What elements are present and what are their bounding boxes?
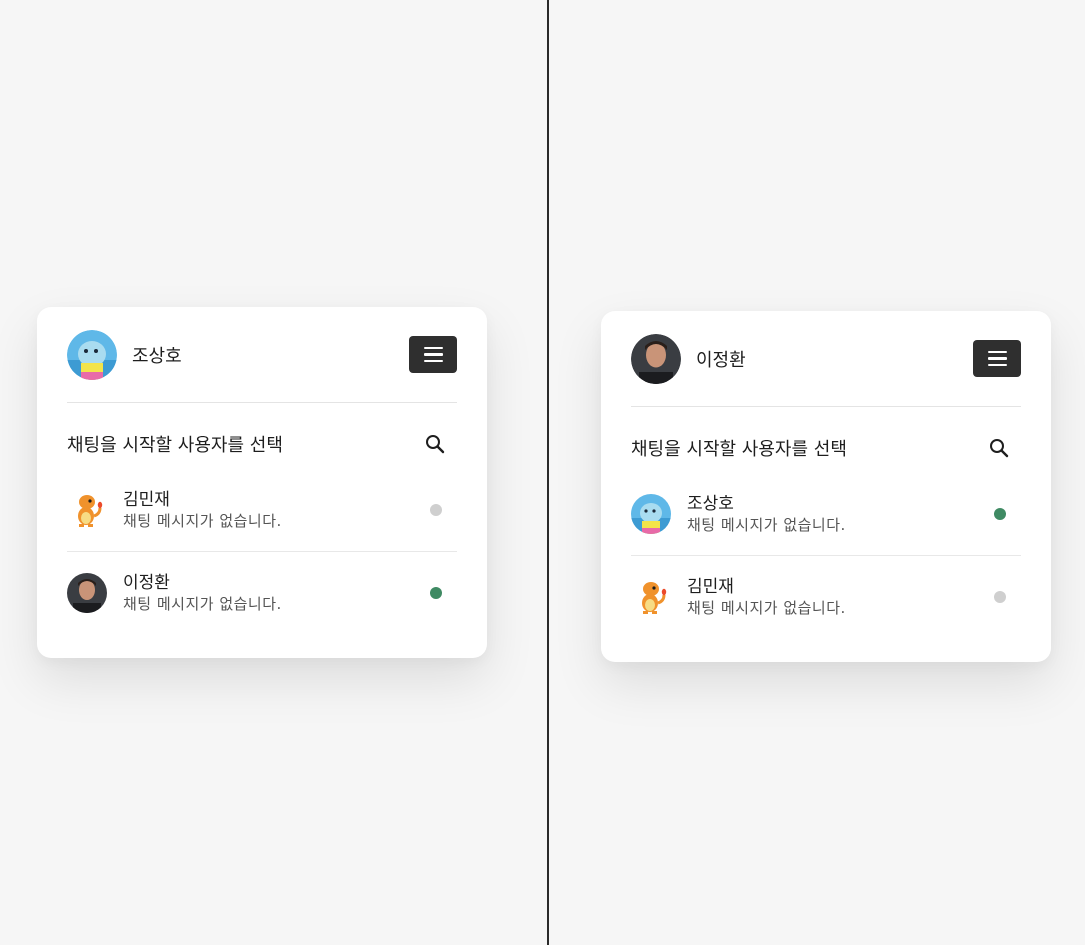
status-offline-dot [430,504,442,516]
panel-header: 이정환 [631,311,1021,407]
chat-panel-right: 이정환 채팅을 시작할 사용자를 선택 조상호 채팅 메시지가 없습니다. 김민… [601,311,1051,662]
user-list-item[interactable]: 김민재 채팅 메시지가 없습니다. [631,555,1021,637]
last-message: 채팅 메시지가 없습니다. [123,594,282,613]
user-list-item[interactable]: 김민재 채팅 메시지가 없습니다. [67,469,457,551]
select-user-title: 채팅을 시작할 사용자를 선택 [67,435,283,456]
user-list: 조상호 채팅 메시지가 없습니다. 김민재 채팅 메시지가 없습니다. [631,473,1021,637]
current-user-avatar [67,329,117,380]
search-button[interactable] [420,429,450,459]
menu-button[interactable] [409,336,457,373]
search-icon [990,439,1009,458]
user-list: 김민재 채팅 메시지가 없습니다. 이정환 채팅 메시지가 없습니다. [67,469,457,633]
man-photo-avatar-icon [67,572,107,613]
select-user-title: 채팅을 시작할 사용자를 선택 [631,439,847,460]
status-offline-dot [994,590,1006,603]
current-user-avatar [631,333,681,384]
user-list-item[interactable]: 조상호 채팅 메시지가 없습니다. [631,473,1021,555]
panel-header: 조상호 [67,307,457,403]
user-name: 김민재 [123,490,170,510]
charmander-avatar-icon [631,576,671,617]
user-name: 김민재 [687,576,734,597]
dino-avatar-icon [631,494,671,534]
select-user-row: 채팅을 시작할 사용자를 선택 [631,423,1021,473]
user-name: 이정환 [123,572,170,593]
man-photo-avatar-icon [631,333,681,384]
user-list-item[interactable]: 이정환 채팅 메시지가 없습니다. [67,551,457,633]
search-icon [426,435,445,454]
last-message: 채팅 메시지가 없습니다. [687,516,846,534]
last-message: 채팅 메시지가 없습니다. [687,598,846,617]
last-message: 채팅 메시지가 없습니다. [123,512,282,530]
hamburger-icon [987,350,1007,354]
menu-button[interactable] [973,340,1021,377]
user-name: 조상호 [687,494,734,514]
select-user-row: 채팅을 시작할 사용자를 선택 [67,419,457,469]
current-user-name: 이정환 [696,349,746,371]
panel-divider [547,0,549,945]
search-button[interactable] [984,433,1014,463]
charmander-avatar-icon [67,490,107,530]
dino-avatar-icon [67,329,117,380]
chat-panel-left: 조상호 채팅을 시작할 사용자를 선택 김민재 채팅 메시지가 없습니다. 이정… [37,307,487,658]
current-user-name: 조상호 [132,345,182,367]
status-online-dot [994,508,1006,520]
status-online-dot [430,586,442,599]
hamburger-icon [423,346,443,350]
